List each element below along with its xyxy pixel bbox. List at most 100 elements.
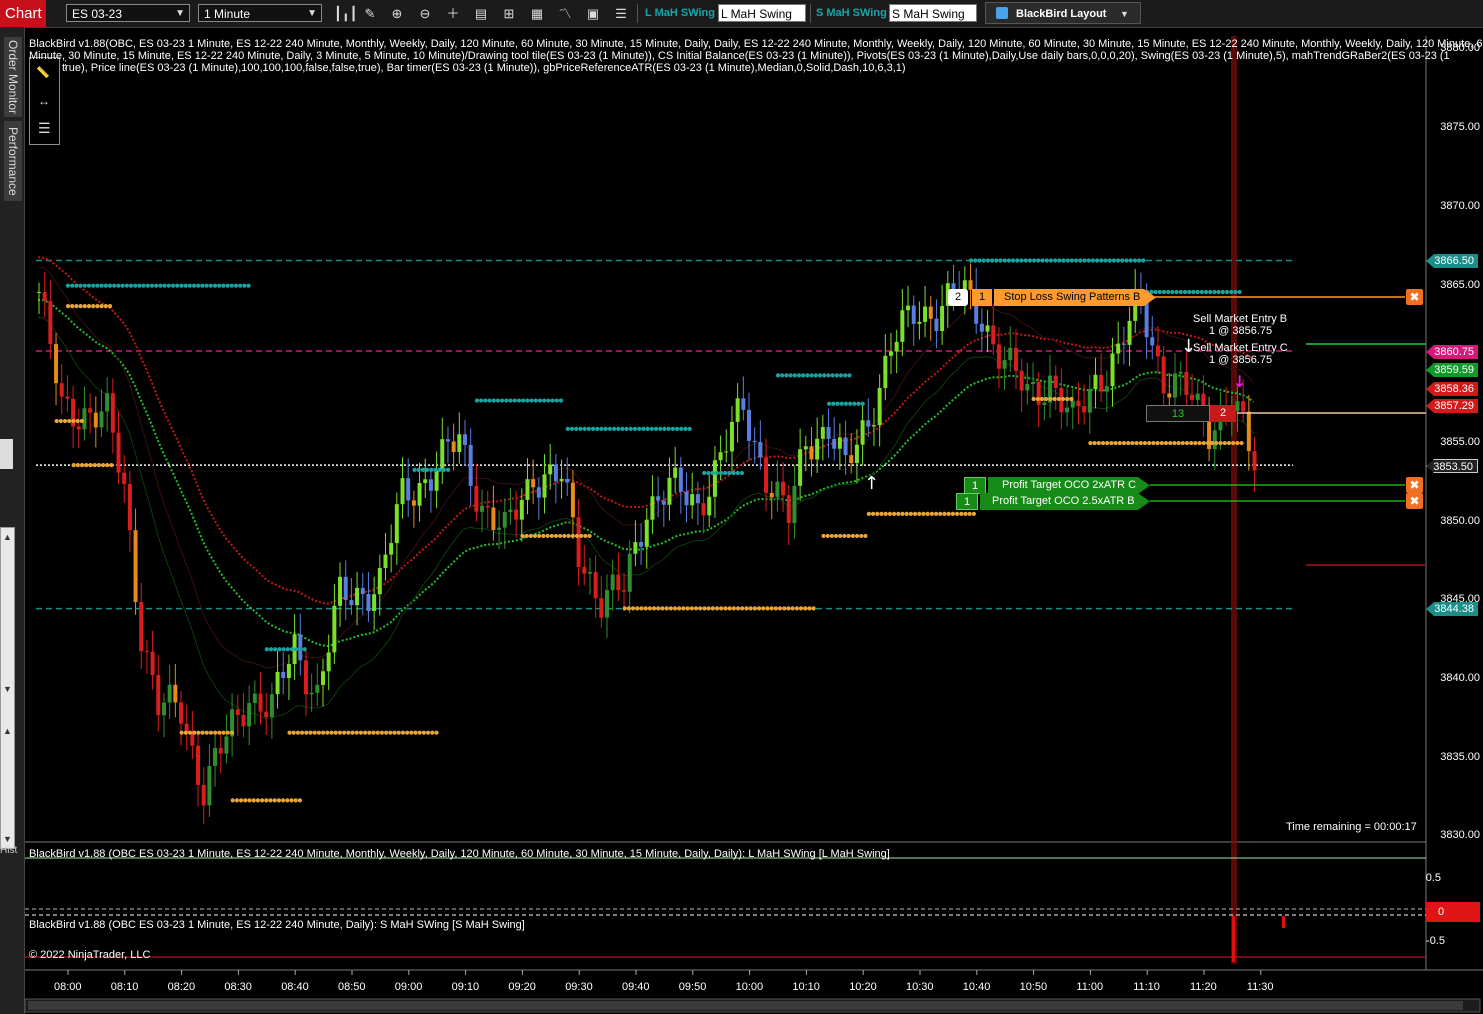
swing-dot [1176,440,1181,446]
swing-dot [1040,258,1045,263]
candle-body [837,437,842,449]
swing-dot [1229,289,1234,295]
time-ticks [67,970,1262,975]
candle-body [622,590,627,592]
swing-dot [179,283,184,288]
swing-dot [58,418,63,424]
candle-body [457,434,462,452]
swing-dot [727,470,732,476]
level-lines [36,259,1293,610]
entry-b-label: Sell Market Entry B [1193,313,1288,325]
swing-dot [990,258,995,263]
swing-dot [375,730,380,735]
swing-dot [1116,258,1121,263]
candle-body [1104,386,1109,392]
candle-body [326,652,331,672]
swing-dot [723,470,728,476]
swing-dot [822,373,827,378]
scrollbar-thumb[interactable] [28,1001,1463,1010]
candle-body [1070,400,1075,408]
cancel-order-icon[interactable]: ✖ [1406,493,1423,509]
panel-axis-label: -0.5 [1426,935,1445,947]
pt-b-count-badge[interactable]: 1 [956,493,978,510]
swing-dot [1166,289,1171,295]
candle-body [758,442,763,458]
candle-body [264,711,269,718]
swing-dot [99,283,104,288]
swing-dot [1107,258,1112,263]
cancel-order-icon[interactable]: ✖ [1406,289,1423,305]
time-axis-label: 10:20 [849,981,877,993]
swing-dot [78,283,83,288]
swing-dot [1032,258,1037,263]
swing-dot [595,426,600,432]
swing-dot [719,606,724,611]
swing-dot [1065,258,1070,263]
swing-dot [325,730,330,735]
swing-dot [921,511,926,517]
stop-count-badge[interactable]: 1 [972,289,992,306]
pt-c-count-badge[interactable]: 1 [964,477,986,494]
candle-body [979,323,984,332]
profit-target-c-label[interactable]: Profit Target OCO 2xATR C [988,477,1150,494]
s-swing-value-tag: 0 [1426,902,1480,922]
swing-dot [512,398,517,403]
position-pnl-ticks[interactable]: 13 [1146,405,1210,422]
swing-dot [835,401,840,406]
candle-body [99,411,104,428]
candle-body [610,574,615,591]
swing-dot [1187,289,1192,295]
swing-dot [1120,258,1125,263]
swing-dot [1015,258,1020,263]
candle-body [372,594,377,612]
swing-dot [566,533,571,539]
swing-dot [238,283,243,288]
swing-dot [1141,258,1146,263]
swing-dot [714,606,720,611]
cancel-order-icon[interactable]: ✖ [1406,477,1423,493]
swing-dot [891,511,897,517]
candle-body [1082,406,1087,413]
swing-dot [672,606,678,611]
entry-c-fill: 1 @ 3856.75 [1209,354,1273,366]
swing-dot [698,606,703,611]
candle-body [434,470,439,491]
menu-icon[interactable]: ☰ [38,120,51,137]
swing-dot [579,533,584,539]
swing-dot [70,304,75,309]
swing-dot [54,418,59,424]
horizontal-line-icon[interactable]: ↔ [38,94,50,108]
swing-dot [112,283,117,288]
swing-dot [96,463,101,468]
swing-dot [65,304,71,309]
swing-dot [437,467,442,472]
profit-target-b-label[interactable]: Profit Target OCO 2.5xATR B [980,493,1150,510]
swing-dot [1128,258,1133,263]
candle-body [1036,382,1041,405]
swing-dot [714,470,719,476]
swing-dot [537,398,543,403]
candle-body [167,684,172,703]
swing-dot [71,463,76,468]
swing-dot [371,730,376,735]
candle-body [281,671,286,678]
candle-body [133,530,138,603]
candle-body [411,500,416,506]
candle-body [179,702,183,724]
swing-dot [529,398,534,403]
stop-loss-order-label[interactable]: Stop Loss Swing Patterns B [994,289,1156,306]
stop-qty-badge[interactable]: 2 [948,289,968,306]
swing-dot [727,606,732,611]
swing-dot [792,373,797,378]
swing-dot [192,730,197,735]
swing-dot [204,283,209,288]
swing-dot [491,398,496,403]
ruler-icon[interactable]: 📏 [36,66,50,79]
swing-dot [963,511,968,517]
swing-dot [479,398,484,403]
position-qty-badge[interactable]: 2 [1210,405,1236,422]
swing-dot [107,283,113,288]
price-chart[interactable]: ↓ ↓ ↑ [0,0,1483,1014]
swing-dot [805,373,810,378]
candle-body [633,542,638,554]
